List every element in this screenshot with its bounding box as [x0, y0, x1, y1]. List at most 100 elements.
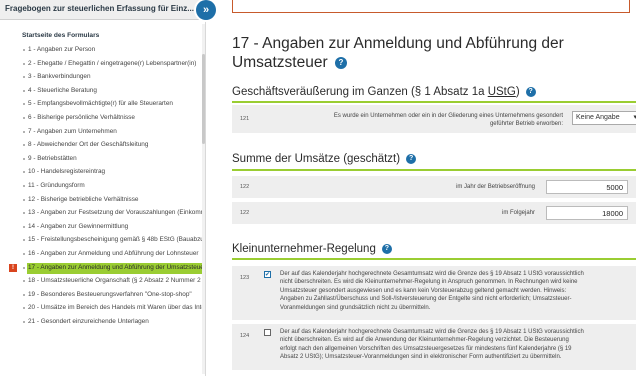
nav-item-label: 8 - Abweichender Ort der Geschäftsleitun… [28, 141, 149, 149]
nav-item-label: 16 - Angaben zur Anmeldung und Abführung… [28, 250, 199, 257]
bullet-icon [23, 76, 25, 79]
nav-item-label: 10 - Handelsregistereintrag [28, 168, 106, 176]
nav-header: Fragebogen zur steuerlichen Erfassung fü… [0, 0, 205, 20]
nav-item-label: 21 - Gesondert einzureichende Unterlagen [28, 318, 149, 325]
nav-item[interactable]: 3 - Bankverbindungen [0, 72, 205, 83]
bullet-icon [23, 307, 25, 310]
form-content: 17 - Angaben zur Anmeldung und Abführung… [206, 0, 636, 376]
nav-item[interactable]: 10 - Handelsregistereintrag [0, 167, 205, 178]
bullet-icon [23, 130, 25, 133]
nav-item-label: 17 - Angaben zur Anmeldung und Abführung… [28, 263, 206, 271]
nav-item[interactable]: 8 - Abweichender Ort der Geschäftsleitun… [0, 140, 205, 151]
collapse-nav-icon[interactable]: » [196, 0, 216, 20]
nav-scrollbar-thumb[interactable] [202, 54, 205, 144]
bullet-icon [23, 49, 25, 51]
nav-item[interactable]: 2 - Ehegatte / Ehegattin / eingetragene(… [0, 59, 205, 70]
nav-item[interactable]: 20 - Umsätze im Bereich des Handels mit … [0, 303, 206, 314]
nav-item[interactable]: 19 - Besonderes Besteuerungsverfahren "O… [0, 290, 205, 301]
nav-item[interactable]: 4 - Steuerliche Beratung [0, 86, 205, 97]
form-row-122-b: 122 im Folgejahr 18000 [232, 202, 636, 224]
page-title-line2: Umsatzsteuer [232, 54, 328, 71]
nav-item[interactable]: 12 - Bisherige betriebliche Verhältnisse [0, 195, 205, 206]
row-123-text: Der auf das Kalenderjahr hochgerechnete … [280, 271, 584, 311]
bullet-icon [23, 185, 25, 187]
business-acquisition-select[interactable]: Keine Angabe ▾ [572, 111, 636, 125]
row-124-text: Der auf das Kalenderjahr hochgerechnete … [280, 329, 584, 361]
form-row-123: 123 ✔ Der auf das Kalenderjahr hochgerec… [232, 266, 636, 320]
bullet-icon [23, 117, 25, 119]
row-number: 122 [240, 210, 250, 216]
page-title: 17 - Angaben zur Anmeldung und Abführung… [232, 34, 622, 72]
nav-item-label: 7 - Angaben zum Unternehmen [28, 127, 117, 135]
bullet-icon [23, 280, 25, 283]
section-title-kleinunternehmer: Kleinunternehmer-Regelung? [232, 243, 392, 255]
small-business-checkbox-124[interactable] [264, 329, 271, 336]
section-title-geschaeftsveraeusserung: Geschäftsveräußerung im Ganzen (§ 1 Absa… [232, 86, 536, 98]
bullet-icon [23, 157, 25, 160]
bullet-icon [23, 212, 25, 215]
small-business-checkbox-123[interactable]: ✔ [264, 271, 271, 278]
bullet-icon [23, 225, 25, 228]
nav-item-label: 20 - Umsätze im Bereich des Handels mit … [28, 304, 206, 312]
nav-item[interactable]: 7 - Angaben zum Unternehmen [0, 127, 205, 138]
row-label: im Folgejahr [501, 210, 535, 216]
nav-item-label: 19 - Besonderes Besteuerungsverfahren "O… [28, 290, 192, 298]
nav-item-label: 15 - Freistellungsbescheinigung gemäß § … [28, 236, 205, 244]
nav-item[interactable]: 5 - Empfangsbevollmächtigte(r) für alle … [0, 99, 205, 110]
warning-icon: ! [9, 263, 17, 272]
bullet-icon [23, 239, 25, 242]
nav-item[interactable]: 13 - Angaben zur Festsetzung der Vorausz… [0, 208, 206, 219]
nav-item-label: 9 - Betriebstätten [28, 154, 77, 162]
page-title-line1: 17 - Angaben zur Anmeldung und Abführung… [232, 35, 564, 52]
form-title: Fragebogen zur steuerlichen Erfassung fü… [5, 4, 194, 13]
nav-item[interactable]: 16 - Angaben zur Anmeldung und Abführung… [0, 249, 205, 260]
row-label: Es wurde ein Unternehmen oder ein in der… [333, 113, 563, 127]
nav-item[interactable]: 18 - Umsatzsteuerliche Organschaft (§ 2 … [0, 276, 205, 287]
bullet-icon [23, 198, 25, 201]
nav-item-label: 2 - Ehegatte / Ehegattin / eingetragene(… [28, 59, 197, 67]
bullet-icon [23, 266, 25, 269]
nav-item[interactable]: 6 - Bisherige persönliche Verhältnisse [0, 113, 205, 124]
bullet-icon [23, 293, 25, 296]
bullet-icon [23, 171, 25, 174]
help-icon[interactable]: ? [381, 243, 392, 254]
nav-item[interactable]: 21 - Gesondert einzureichende Unterlagen [0, 317, 205, 328]
row-label: im Jahr der Betriebseröffnung [456, 184, 535, 190]
row-number: 122 [240, 184, 250, 190]
nav-item[interactable]: ! 17 - Angaben zur Anmeldung und Abführun… [0, 262, 206, 274]
help-icon[interactable]: ? [406, 153, 417, 164]
nav-scrollbar[interactable] [202, 24, 205, 374]
row-number: 123 [240, 275, 250, 281]
nav-item[interactable]: 9 - Betriebstätten [0, 154, 205, 165]
nav-item-label: 1 - Angaben zur Person [28, 46, 96, 53]
help-icon[interactable]: ? [525, 86, 536, 97]
bullet-icon [23, 144, 25, 147]
bullet-icon [23, 89, 25, 92]
row-number: 124 [240, 333, 250, 339]
form-row-121: 121 Es wurde ein Unternehmen oder ein in… [232, 105, 636, 133]
section-title-umsaetze: Summe der Umsätze (geschätzt)? [232, 153, 417, 165]
revenue-following-year-input[interactable]: 18000 [546, 206, 628, 220]
help-icon[interactable]: ? [334, 56, 347, 69]
nav-item[interactable]: 15 - Freistellungsbescheinigung gemäß § … [0, 235, 205, 246]
nav-item-label: 11 - Gründungsform [28, 182, 85, 189]
section-divider [232, 101, 636, 103]
form-navigation: Fragebogen zur steuerlichen Erfassung fü… [0, 0, 206, 376]
section-divider [232, 169, 636, 171]
nav-item[interactable]: 14 - Angaben zur Gewinnermittlung [0, 222, 205, 233]
nav-start-link[interactable]: Startseite des Formulars [22, 32, 99, 39]
bullet-icon [23, 103, 25, 106]
row-number: 121 [240, 116, 250, 122]
bullet-icon [23, 62, 25, 65]
nav-item[interactable]: 1 - Angaben zur Person [0, 45, 205, 56]
nav-item-label: 5 - Empfangsbevollmächtigte(r) für alle … [28, 100, 173, 108]
nav-item-label: 13 - Angaben zur Festsetzung der Vorausz… [28, 209, 206, 217]
revenue-opening-year-input[interactable]: 5000 [546, 180, 628, 194]
nav-item-label: 4 - Steuerliche Beratung [28, 86, 97, 94]
bullet-icon [23, 253, 25, 255]
error-box [232, 0, 630, 13]
bullet-icon [23, 321, 25, 323]
nav-item[interactable]: 11 - Gründungsform [0, 181, 205, 192]
section-divider [232, 258, 636, 260]
nav-item-label: 3 - Bankverbindungen [28, 73, 91, 81]
